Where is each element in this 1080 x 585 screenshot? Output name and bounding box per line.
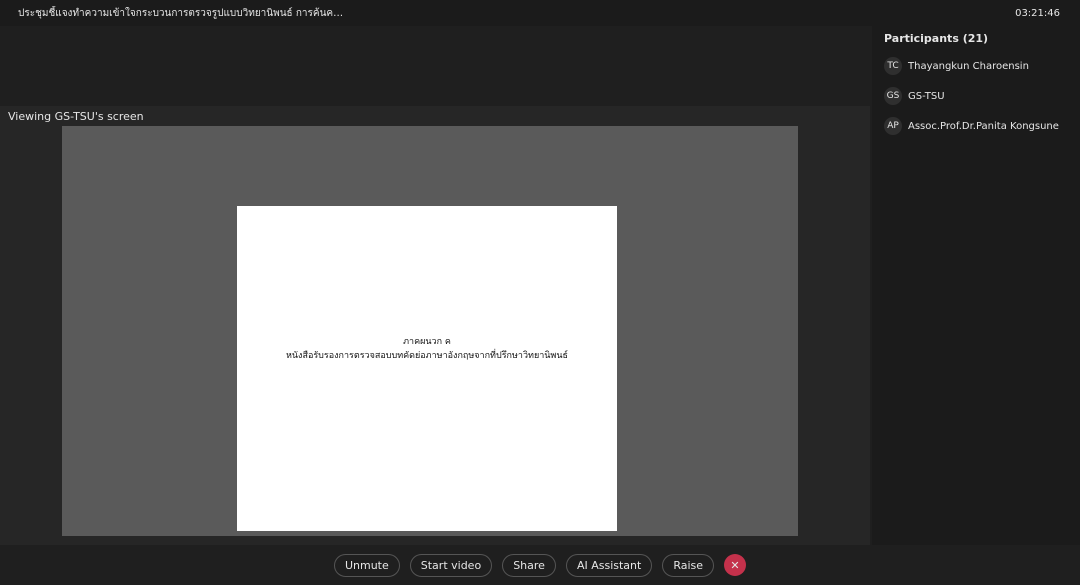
unmute-button[interactable]: Unmute xyxy=(333,553,400,577)
pdf-page: ภาคผนวก ค หนังสือรับรองการตรวจสอบบทคัดย่… xyxy=(237,206,617,531)
leave-button[interactable]: ✕ xyxy=(724,554,747,576)
avatar: GS xyxy=(884,87,902,105)
ai-assistant-button[interactable]: AI Assistant xyxy=(565,553,653,577)
meeting-controls: Unmute Start video Share AI Assistant Ra… xyxy=(0,545,1080,585)
page-line-1: ภาคผนวก ค xyxy=(403,337,451,347)
participant-name: GS-TSU xyxy=(908,90,945,102)
start-video-button[interactable]: Start video xyxy=(409,553,493,577)
raise-hand-button[interactable]: Raise xyxy=(662,553,715,577)
avatar: TC xyxy=(884,57,902,75)
participants-panel: Participants (21) TC Thayangkun Charoens… xyxy=(872,26,1080,585)
viewing-screen-label: Viewing GS-TSU's screen xyxy=(8,110,144,123)
meeting-title: ประชุมชี้แจงทำความเข้าใจกระบวนการตรวจรูป… xyxy=(18,7,348,19)
title-bar: ประชุมชี้แจงทำความเข้าใจกระบวนการตรวจรูป… xyxy=(0,0,1080,26)
participant-row[interactable]: TC Thayangkun Charoensin xyxy=(872,51,1080,81)
participant-row[interactable]: GS GS-TSU xyxy=(872,81,1080,111)
page-line-2: หนังสือรับรองการตรวจสอบบทคัดย่อภาษาอังกฤ… xyxy=(285,351,569,361)
shared-screen-stage: Viewing GS-TSU's screen ภาคผนวก ค หนังสื… xyxy=(0,106,870,546)
participant-name: Assoc.Prof.Dr.Panita Kongsune xyxy=(908,120,1059,132)
meeting-timer: 03:21:46 xyxy=(1015,7,1060,19)
avatar: AP xyxy=(884,117,902,135)
participant-row[interactable]: AP Assoc.Prof.Dr.Panita Kongsune xyxy=(872,111,1080,141)
participants-header: Participants (21) xyxy=(884,32,989,45)
participant-name: Thayangkun Charoensin xyxy=(908,60,1029,72)
share-button[interactable]: Share xyxy=(502,553,556,577)
shared-screen: ภาคผนวก ค หนังสือรับรองการตรวจสอบบทคัดย่… xyxy=(62,126,798,536)
